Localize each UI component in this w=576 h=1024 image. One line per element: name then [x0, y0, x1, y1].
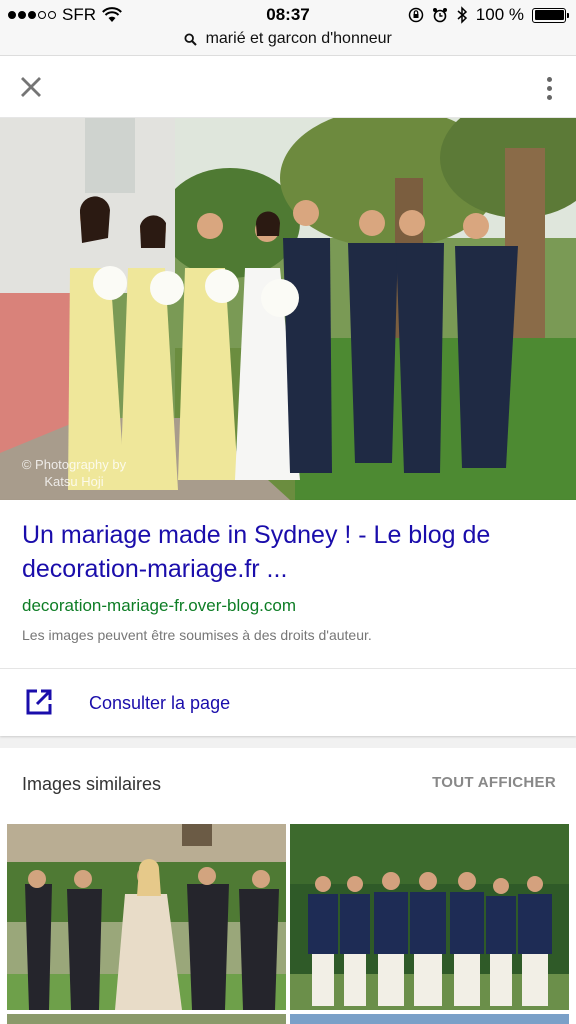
rotation-lock-icon [408, 7, 424, 23]
more-vert-icon [546, 76, 552, 82]
result-card: Un mariage made in Sydney ! - Le blog de… [0, 500, 576, 736]
battery-icon [532, 7, 569, 23]
battery-percent: 100 % [475, 5, 524, 24]
photo-watermark: © Photography by Katsu Hoji [21, 457, 127, 489]
open-in-new-icon [26, 689, 52, 715]
copyright-notice: Les images peuvent être soumises à des d… [22, 627, 372, 643]
result-title-link[interactable]: Un mariage made in Sydney ! - Le blog de… [22, 518, 562, 586]
status-right: 100 % [408, 5, 569, 25]
image-viewer-header [0, 56, 576, 118]
visit-page-button[interactable]: Consulter la page [0, 669, 576, 736]
similar-image-thumbnail[interactable] [290, 1014, 569, 1024]
similar-images-heading: Images similaires [22, 774, 162, 794]
similar-image-thumbnail[interactable] [7, 1014, 286, 1024]
search-query-text: marié et garcon d'honneur [205, 30, 392, 47]
close-icon [21, 77, 41, 97]
visit-page-label: Consulter la page [89, 693, 231, 713]
similar-image-thumbnail[interactable] [7, 824, 286, 1010]
wedding-party-photo [0, 118, 576, 500]
alarm-icon [432, 8, 447, 23]
result-domain[interactable]: decoration-mariage-fr.over-blog.com [22, 596, 296, 616]
search-query-bar[interactable]: marié et garcon d'honneur [0, 30, 576, 56]
main-result-image[interactable]: © Photography by Katsu Hoji [0, 118, 576, 500]
similar-image-thumbnail[interactable] [290, 824, 569, 1010]
search-icon [184, 32, 197, 46]
close-button[interactable] [14, 70, 48, 104]
bluetooth-icon [457, 6, 467, 24]
status-bar: SFR 08:37 100 % [0, 0, 576, 30]
more-options-button[interactable] [540, 71, 558, 105]
similar-images-section: Images similaires TOUT AFFICHER [0, 748, 576, 1024]
see-all-button[interactable]: TOUT AFFICHER [432, 774, 556, 791]
